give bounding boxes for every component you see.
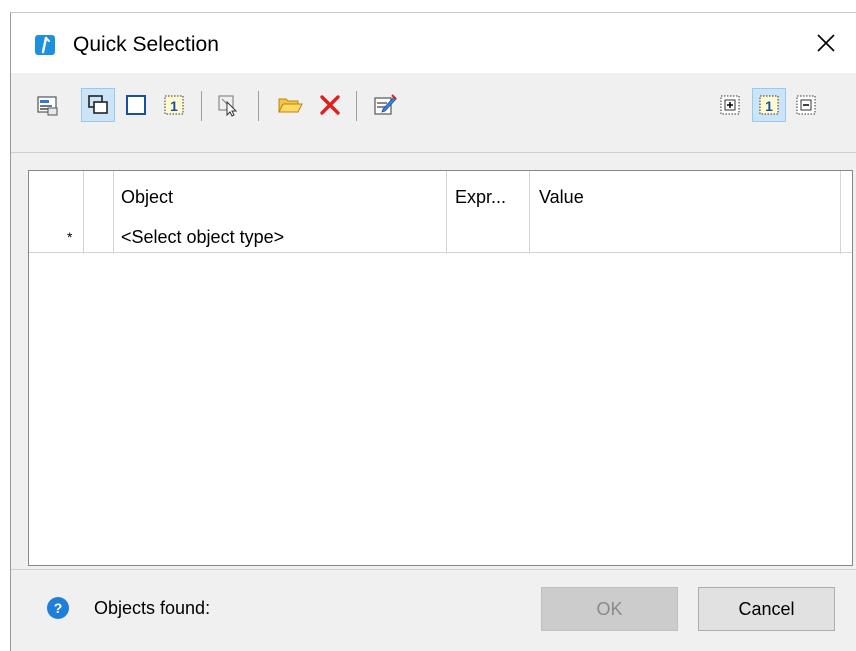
single-mode-icon: 1 <box>759 95 779 115</box>
window-title: Quick Selection <box>73 33 219 56</box>
collapse-button[interactable] <box>789 88 823 122</box>
help-icon[interactable]: ? <box>47 597 69 619</box>
column-header-value[interactable]: Value <box>539 187 584 208</box>
column-divider <box>840 171 841 254</box>
svg-text:1: 1 <box>765 98 773 114</box>
single-select-button[interactable]: 1 <box>157 88 191 122</box>
app-icon <box>35 35 55 55</box>
column-header-object[interactable]: Object <box>121 187 173 208</box>
toolbar-separator <box>258 91 259 121</box>
quick-selection-dialog: Quick Selection 1 1 Object Expr... Value… <box>10 12 856 651</box>
property-grid[interactable]: Object Expr... Value * <Select object ty… <box>28 170 853 566</box>
select-all-rectangle-icon <box>126 95 146 115</box>
column-divider <box>83 171 84 254</box>
toolbar: 1 1 <box>11 73 856 153</box>
close-button[interactable] <box>795 13 856 73</box>
toolbar-divider <box>11 152 856 153</box>
object-type-cell[interactable]: <Select object type> <box>121 227 284 248</box>
select-in-window-icon <box>88 95 108 114</box>
delete-button[interactable] <box>313 88 347 122</box>
ok-button[interactable]: OK <box>541 587 678 631</box>
single-mode-button[interactable]: 1 <box>752 88 786 122</box>
delete-icon <box>320 95 340 115</box>
collapse-icon <box>796 95 816 115</box>
select-from-list-icon <box>37 96 58 116</box>
column-header-expression[interactable]: Expr... <box>455 187 506 208</box>
open-button[interactable] <box>273 88 307 122</box>
column-divider <box>446 171 447 254</box>
column-divider <box>529 171 530 254</box>
grid-header: Object Expr... Value <box>29 171 852 223</box>
pick-object-button[interactable] <box>211 88 245 122</box>
title-bar: Quick Selection <box>11 13 856 73</box>
new-row-marker: * <box>67 229 73 245</box>
select-from-list-button[interactable] <box>31 88 65 122</box>
close-icon <box>817 34 835 52</box>
objects-found-label: Objects found: <box>94 598 211 618</box>
single-select-icon: 1 <box>164 95 184 115</box>
expand-button[interactable] <box>713 88 747 122</box>
toolbar-separator <box>201 91 202 121</box>
footer-divider <box>11 569 856 570</box>
cancel-button[interactable]: Cancel <box>698 587 835 631</box>
toolbar-separator <box>356 91 357 121</box>
pick-object-icon <box>218 95 238 117</box>
svg-text:1: 1 <box>170 98 178 114</box>
expand-icon <box>720 95 740 115</box>
rectangle-select-button[interactable] <box>119 88 153 122</box>
table-row[interactable]: * <Select object type> <box>29 223 852 253</box>
properties-button[interactable] <box>368 88 402 122</box>
properties-icon <box>374 94 397 115</box>
open-folder-icon <box>278 98 303 113</box>
column-divider <box>113 171 114 254</box>
select-window-button[interactable] <box>81 88 115 122</box>
